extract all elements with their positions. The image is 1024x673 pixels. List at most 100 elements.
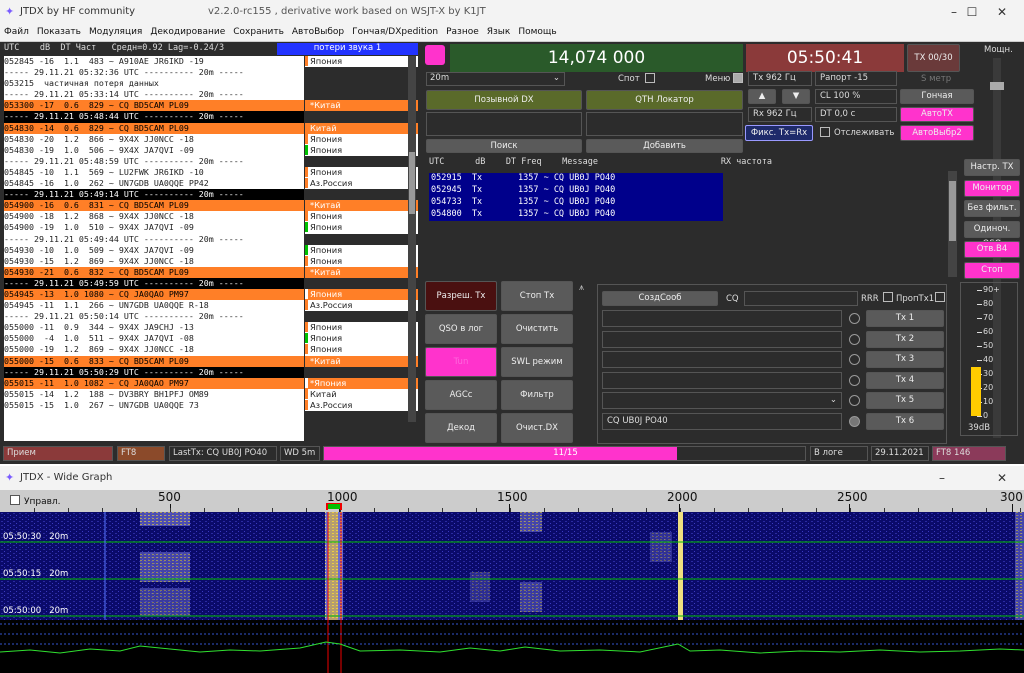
menu-item-1[interactable]: Показать: [33, 24, 85, 40]
right-button-4[interactable]: Отв.В4: [964, 241, 1020, 258]
decode-row[interactable]: 054830 -20 1.2 866 ~ 9X4X JJ0NCC -18: [4, 134, 304, 145]
menu-item-8[interactable]: Язык: [483, 24, 515, 40]
decode-row[interactable]: 054845 -16 1.0 262 ~ UN7GDB UA0QQE PP42: [4, 178, 304, 189]
rx-scrollbar[interactable]: [948, 171, 957, 277]
rx-frequency-field[interactable]: Rx 962 Гц: [748, 107, 812, 122]
create-messages-button[interactable]: СоздСооб: [602, 291, 718, 306]
menu-item-2[interactable]: Модуляция: [85, 24, 146, 40]
rx-row[interactable]: 054733 Tx 1357 ~ CQ UB0J PO40: [429, 197, 723, 209]
close-button[interactable]: ✕: [984, 2, 1020, 22]
tx-button-4[interactable]: Tx 4: [866, 371, 944, 389]
band-select[interactable]: 20m ⌄: [426, 72, 565, 86]
spot-checkbox[interactable]: [645, 73, 655, 83]
control-checkbox[interactable]: [10, 495, 20, 505]
fix-tx-rx-button[interactable]: Фикс. Tx=Rx: [745, 125, 813, 141]
autoselect-button[interactable]: АвтоВыбр2: [900, 125, 974, 141]
decode-row[interactable]: ----- 29.11.21 05:48:44 UTC ---------- 2…: [4, 111, 304, 123]
hound-button[interactable]: Гончая: [900, 89, 974, 104]
decode-row[interactable]: ----- 29.11.21 05:33:14 UTC ---------- 2…: [4, 89, 304, 100]
dt-field[interactable]: DT 0,0 с: [815, 107, 897, 122]
decode-row[interactable]: 054945 -11 1.1 266 ~ UN7GDB UA0QQE R-18: [4, 300, 304, 311]
tx-counter[interactable]: TX 00/30: [907, 44, 960, 72]
decode-row[interactable]: 053300 -17 0.6 829 ~ CQ BD5CAM PL09: [4, 100, 304, 112]
decode-row[interactable]: ----- 29.11.21 05:50:29 UTC ---------- 2…: [4, 366, 304, 378]
right-button-2[interactable]: Без фильт.: [964, 200, 1020, 217]
skip-tx1-checkbox[interactable]: [935, 292, 945, 302]
decode-row[interactable]: 054945 -13 1.0 1080 ~ CQ JA0QAO PM97: [4, 288, 304, 301]
rx-frequency-list[interactable]: 052915 Tx 1357 ~ CQ UB0J PO40 052945 Tx 1…: [429, 173, 723, 221]
tune-button[interactable]: Tun: [425, 347, 497, 377]
right-button-1[interactable]: Монитор: [964, 179, 1020, 197]
decode-row[interactable]: 054830 -14 0.6 829 ~ CQ BD5CAM PL09: [4, 122, 304, 134]
decode-row[interactable]: ----- 29.11.21 05:49:14 UTC ---------- 2…: [4, 189, 304, 201]
rrr-checkbox[interactable]: [883, 292, 893, 302]
decode-row[interactable]: 054900 -18 1.2 868 ~ 9X4X JJ0NCC -18: [4, 211, 304, 222]
right-button-3[interactable]: Одиноч. QSO: [964, 220, 1020, 249]
decode-scrollbar[interactable]: [408, 56, 416, 422]
tx-button-1[interactable]: Tx 1: [866, 310, 944, 327]
decode-row[interactable]: ----- 29.11.21 05:49:44 UTC ---------- 2…: [4, 234, 304, 245]
agc-button[interactable]: AGCc: [425, 380, 497, 410]
menu-checkbox[interactable]: [733, 73, 743, 83]
tx-frequency-field[interactable]: Tx 962 Гц: [748, 71, 812, 86]
dx-grid-button[interactable]: QTH Локатор: [586, 90, 743, 110]
decode-row[interactable]: ----- 29.11.21 05:48:59 UTC ---------- 2…: [4, 156, 304, 167]
dx-grid-input[interactable]: [586, 112, 743, 136]
dx-call-button[interactable]: Позывной DX: [426, 90, 582, 110]
menu-item-5[interactable]: АвтоВыбор: [288, 24, 348, 40]
track-checkbox[interactable]: [820, 127, 830, 137]
tx-radio[interactable]: [849, 333, 860, 345]
report-field[interactable]: Рапорт -15: [815, 71, 897, 86]
tx-button-6[interactable]: Tx 6: [866, 413, 944, 430]
clear-button[interactable]: Очистить: [501, 314, 573, 344]
tx-radio[interactable]: [849, 313, 860, 324]
dx-call-input[interactable]: [426, 112, 582, 136]
decode-row[interactable]: 055000 -11 0.9 344 ~ 9X4X JA9CHJ -13: [4, 322, 304, 333]
tx-button-5[interactable]: Tx 5: [866, 392, 944, 410]
decode-row[interactable]: 054930 -21 0.6 832 ~ CQ BD5CAM PL09: [4, 266, 304, 278]
filter-button[interactable]: Фильтр: [501, 380, 573, 410]
autotx-button[interactable]: АвтоTX: [900, 107, 974, 122]
wide-close-button[interactable]: ✕: [984, 468, 1020, 488]
waterfall[interactable]: 05:50:30 20m 05:50:15 20m 05:50:00 20m: [0, 512, 1024, 673]
tx-button-2[interactable]: Tx 2: [866, 330, 944, 348]
tx-radio[interactable]: [849, 416, 860, 427]
tx-message-field[interactable]: [602, 351, 842, 369]
decode-row[interactable]: 052845 -16 1.1 483 ~ A910AE JR6IKD -19: [4, 56, 304, 67]
decode-row[interactable]: 054900 -16 0.6 831 ~ CQ BD5CAM PL09: [4, 200, 304, 212]
rx-row[interactable]: 054800 Tx 1357 ~ CQ UB0J PO40: [429, 209, 723, 221]
add-button[interactable]: Добавить: [586, 139, 743, 153]
right-button-0[interactable]: Настр. TX: [964, 159, 1020, 176]
decode-row[interactable]: ----- 29.11.21 05:49:59 UTC ---------- 2…: [4, 277, 304, 289]
right-button-5[interactable]: Стоп: [964, 261, 1020, 279]
swl-mode-button[interactable]: SWL режим: [501, 347, 573, 377]
decode-row[interactable]: 055015 -15 1.0 267 ~ UN7GDB UA0QQE 73: [4, 400, 304, 411]
decode-row[interactable]: 055000 -15 0.6 833 ~ CQ BD5CAM PL09: [4, 355, 304, 367]
stop-tx-button[interactable]: Стоп Tx: [501, 281, 573, 311]
decode-row[interactable]: 054930 -10 1.0 509 ~ 9X4X JA7QVI -09: [4, 245, 304, 256]
tx-message-field[interactable]: ⌄: [602, 392, 842, 410]
decode-row[interactable]: 053215 частичная потеря данных: [4, 78, 304, 89]
decode-row[interactable]: 055000 -4 1.0 511 ~ 9X4X JA7QVI -08: [4, 333, 304, 344]
decode-row[interactable]: ----- 29.11.21 05:50:14 UTC ---------- 2…: [4, 311, 304, 322]
freq-up-button[interactable]: ▲: [748, 89, 776, 104]
decode-row[interactable]: ----- 29.11.21 05:32:36 UTC ---------- 2…: [4, 67, 304, 78]
tx-message-field[interactable]: CQ UB0J PO40: [602, 413, 842, 430]
menu-item-6[interactable]: Гончая/DXpedition: [348, 24, 442, 40]
freq-down-button[interactable]: ▼: [782, 89, 810, 104]
decode-row[interactable]: 055015 -14 1.2 188 ~ DV3BRY BH1PFJ OM89: [4, 389, 304, 400]
decode-row[interactable]: 054845 -10 1.1 569 ~ LU2FWK JR6IKD -10: [4, 167, 304, 178]
menu-item-0[interactable]: Файл: [0, 24, 33, 40]
tx-button-3[interactable]: Tx 3: [866, 351, 944, 369]
decode-button[interactable]: Декод: [425, 413, 497, 443]
menu-item-3[interactable]: Декодирование: [146, 24, 229, 40]
menu-item-9[interactable]: Помощь: [514, 24, 560, 40]
cl-field[interactable]: CL 100 %: [815, 89, 897, 104]
decode-list[interactable]: 052845 -16 1.1 483 ~ A910AE JR6IKD -19 --…: [4, 56, 304, 441]
tx-message-field[interactable]: [602, 310, 842, 327]
decode-row[interactable]: 054930 -15 1.2 869 ~ 9X4X JJ0NCC -18: [4, 256, 304, 267]
rx-row[interactable]: 052915 Tx 1357 ~ CQ UB0J PO40: [429, 173, 723, 185]
tx-message-field[interactable]: [602, 371, 842, 389]
menu-item-4[interactable]: Сохранить: [229, 24, 288, 40]
tx-message-field[interactable]: [602, 330, 842, 348]
